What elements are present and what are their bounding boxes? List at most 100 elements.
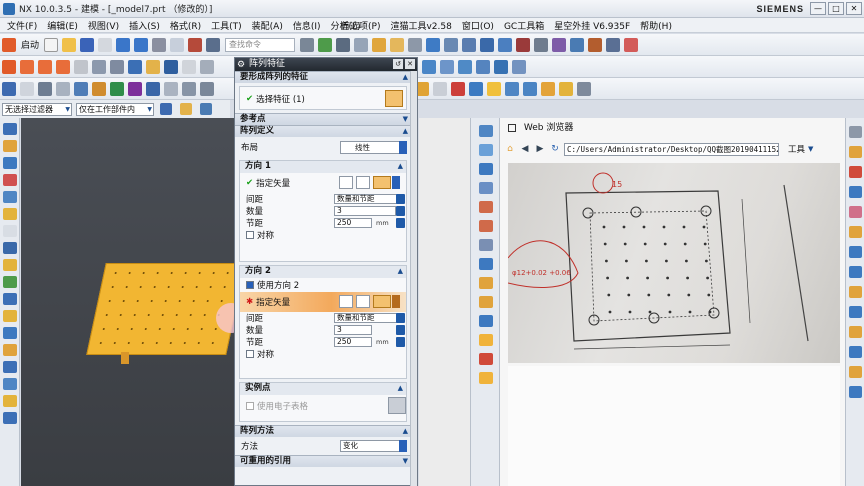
edit-icon[interactable] <box>20 81 34 96</box>
home-icon[interactable]: ⌂ <box>504 143 516 155</box>
system-scenes-icon[interactable] <box>3 293 17 305</box>
revolve-icon[interactable] <box>164 59 178 74</box>
section-array-definition[interactable]: 阵列定义 ▲ <box>235 125 411 137</box>
measure-icon[interactable] <box>516 37 531 52</box>
object-display-icon[interactable] <box>849 226 862 238</box>
chevron-down-icon[interactable] <box>392 176 400 189</box>
dir1-count-spinner[interactable] <box>396 206 405 216</box>
constraint-navigator-icon[interactable] <box>3 157 17 169</box>
move-object-icon[interactable] <box>2 81 16 96</box>
database-icon[interactable] <box>505 81 519 96</box>
section-view-icon[interactable] <box>479 239 493 251</box>
offset-curve-icon[interactable] <box>128 59 142 74</box>
electrode-icon[interactable] <box>469 81 483 96</box>
studio-icon[interactable] <box>479 315 493 327</box>
system-materials-icon[interactable] <box>3 242 17 254</box>
layout-icon[interactable] <box>849 146 862 158</box>
back-icon[interactable]: ◀ <box>519 143 531 155</box>
menu-edit[interactable]: 编辑(E) <box>42 19 83 32</box>
grid-icon[interactable] <box>606 37 621 52</box>
zoom-icon[interactable] <box>354 37 369 52</box>
shell-icon[interactable] <box>182 81 196 96</box>
iso-view-icon[interactable] <box>479 201 493 213</box>
analysis-icon[interactable] <box>849 346 862 358</box>
use-direction2-label[interactable]: 使用方向 2 <box>257 279 299 291</box>
dir2-pitch-input[interactable]: 250 <box>334 337 372 347</box>
transform-icon[interactable] <box>38 81 52 96</box>
command-finder-input[interactable]: 查找命令 <box>225 37 296 52</box>
right-view-icon[interactable] <box>479 182 493 194</box>
partially-shaded-icon[interactable] <box>479 353 493 365</box>
point-icon[interactable] <box>570 37 585 52</box>
bridge-surface-icon[interactable] <box>458 59 472 74</box>
section-array-method[interactable]: 阵列方法 ▲ <box>235 425 411 437</box>
new-file-icon[interactable] <box>44 37 59 52</box>
table-icon[interactable] <box>624 37 639 52</box>
method-select[interactable]: 变化 <box>340 440 406 452</box>
menu-assembly[interactable]: 装配(A) <box>247 19 288 32</box>
snap-point-icon[interactable] <box>180 103 192 115</box>
tools-icon[interactable] <box>3 344 17 356</box>
layout-select[interactable]: 线性 <box>340 141 406 154</box>
through-curves-icon[interactable] <box>422 59 436 74</box>
chevron-down-icon[interactable] <box>396 313 405 323</box>
hd3d-icon[interactable] <box>3 191 17 203</box>
dir1-pitch-spinner[interactable] <box>396 218 405 228</box>
menu-tools[interactable]: 工具(T) <box>206 19 247 32</box>
dir1-symmetric-label[interactable]: 对称 <box>257 229 274 241</box>
show-icon[interactable] <box>849 266 862 278</box>
vector-dialog-icon[interactable] <box>356 176 370 189</box>
thicken-icon[interactable] <box>494 59 508 74</box>
section-features[interactable]: 要形成阵列的特征 ▲ <box>235 71 411 83</box>
mirror-icon[interactable] <box>56 81 70 96</box>
info-icon[interactable] <box>849 306 862 318</box>
chevron-up-icon[interactable]: ▲ <box>398 161 403 172</box>
text-icon[interactable] <box>74 59 88 74</box>
pattern-icon[interactable] <box>110 81 124 96</box>
vector-icon[interactable] <box>92 59 106 74</box>
dir1-vector-label[interactable]: 指定矢量 <box>256 177 290 189</box>
history-icon[interactable] <box>3 225 17 237</box>
axis-icon[interactable] <box>534 37 549 52</box>
direction1-header[interactable]: 方向 1 ▲ <box>240 161 406 173</box>
manufacturing-icon[interactable] <box>3 327 17 339</box>
address-bar[interactable]: C:/Users/Administrator/Desktop/QQ截图20190… <box>564 142 779 156</box>
palette-icon[interactable] <box>3 310 17 322</box>
section-reusable-refs[interactable]: 可重用的引用 ▼ <box>235 455 411 467</box>
refresh-icon[interactable]: ↻ <box>549 143 561 155</box>
undo-icon[interactable] <box>116 37 131 52</box>
close-button[interactable]: ✕ <box>846 2 862 15</box>
group-icon[interactable] <box>74 81 88 96</box>
paint-icon[interactable] <box>849 206 862 218</box>
use-spreadsheet-label[interactable]: 使用电子表格 <box>257 400 308 412</box>
chevron-down-icon[interactable] <box>392 295 400 308</box>
use-spreadsheet-checkbox[interactable] <box>246 402 254 410</box>
chevron-up-icon[interactable]: ▲ <box>398 383 403 394</box>
light-icon[interactable] <box>479 372 493 384</box>
dir2-count-input[interactable]: 3 <box>334 325 372 335</box>
dir2-symmetric-checkbox[interactable] <box>246 350 254 358</box>
folder-icon[interactable] <box>487 81 501 96</box>
rotate-view-icon[interactable] <box>372 37 387 52</box>
measure-distance-icon[interactable] <box>849 326 862 338</box>
settings-icon[interactable] <box>577 81 591 96</box>
customize-icon[interactable] <box>849 386 862 398</box>
vector-dialog-icon[interactable] <box>356 295 370 308</box>
sweep-icon[interactable] <box>440 59 454 74</box>
trim-icon[interactable] <box>200 59 214 74</box>
wireframe-icon[interactable] <box>479 277 493 289</box>
dir2-pitch-spinner[interactable] <box>396 337 405 347</box>
dir2-vector-label[interactable]: 指定矢量 <box>256 296 290 308</box>
chevron-down-icon[interactable]: ▼ <box>808 145 813 153</box>
maximize-button[interactable]: □ <box>828 2 844 15</box>
process-studio-icon[interactable] <box>3 259 17 271</box>
menu-star-plugin[interactable]: 星空外挂 V6.935F <box>549 19 635 32</box>
reverse-direction-icon[interactable] <box>339 176 353 189</box>
forward-icon[interactable]: ▶ <box>534 143 546 155</box>
sew-icon[interactable] <box>476 59 490 74</box>
blend-icon[interactable] <box>146 81 160 96</box>
dialog-scrollbar[interactable] <box>410 71 417 486</box>
dir2-symmetric-label[interactable]: 对称 <box>257 348 274 360</box>
scroll-up-icon[interactable] <box>849 126 862 138</box>
select-all-icon[interactable] <box>160 103 172 115</box>
